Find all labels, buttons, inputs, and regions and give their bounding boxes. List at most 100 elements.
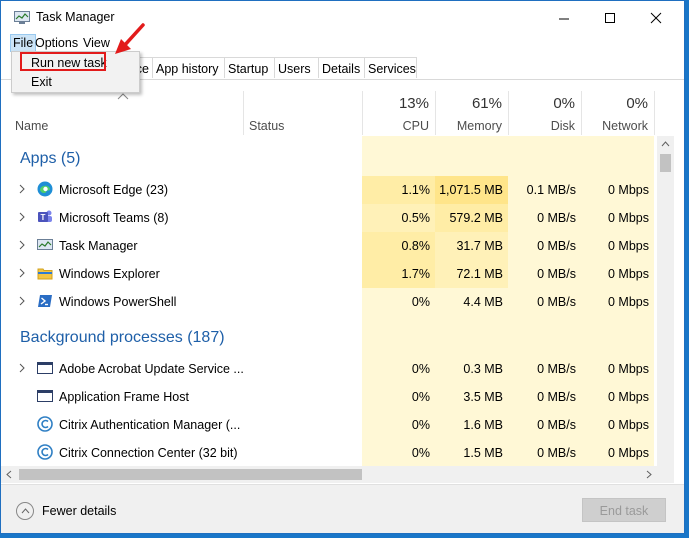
tab-startup[interactable]: Startup (225, 57, 275, 78)
chevron-right-icon[interactable] (19, 296, 25, 306)
chevron-right-icon[interactable] (19, 268, 25, 278)
menu-bar: File Options View (1, 33, 684, 53)
process-name: Windows PowerShell (59, 295, 177, 309)
chevron-right-icon[interactable] (19, 240, 25, 250)
memory-value: 3.5 MB (463, 390, 503, 404)
red-arrow-annotation-icon (115, 23, 145, 54)
menu-options[interactable]: Options (34, 35, 79, 51)
column-header-network[interactable]: Network (582, 119, 648, 133)
citrix-icon (37, 416, 53, 432)
network-value: 0 Mbps (608, 390, 649, 404)
process-name: Microsoft Edge (23) (59, 183, 169, 197)
svg-text:T: T (41, 213, 46, 222)
memory-value: 72.1 MB (456, 267, 503, 281)
powershell-icon (38, 295, 52, 307)
process-name: Citrix Authentication Manager (... (59, 418, 241, 432)
title-bar[interactable]: Task Manager (1, 1, 684, 33)
memory-value: 579.2 MB (449, 211, 503, 225)
cpu-value: 0% (411, 446, 430, 460)
tab-users[interactable]: Users (275, 57, 319, 78)
network-value: 0 Mbps (608, 418, 649, 432)
memory-value: 1,071.5 MB (439, 183, 503, 197)
table-row[interactable]: Microsoft Edge (23) 1.1% 1,071.5 MB 0.1 … (1, 176, 657, 204)
menu-view[interactable]: View (82, 35, 111, 51)
column-header-status[interactable]: Status (249, 119, 284, 133)
cpu-value: 1.1% (401, 183, 431, 197)
vertical-scroll-thumb[interactable] (660, 154, 671, 172)
tab-details[interactable]: Details (319, 57, 365, 78)
column-header-cpu[interactable]: CPU (363, 119, 429, 133)
cpu-value: 0% (411, 390, 430, 404)
tab-app-history[interactable]: App history (153, 57, 225, 78)
table-row[interactable]: Application Frame Host 0% 3.5 MB 0 MB/s … (1, 383, 657, 411)
menu-item-exit[interactable]: Exit (12, 73, 139, 91)
disk-total-percent: 0% (553, 95, 575, 112)
cpu-value: 1.7% (401, 267, 431, 281)
table-row[interactable]: Windows Explorer 1.7% 72.1 MB 0 MB/s 0 M… (1, 260, 657, 288)
task-manager-icon (37, 239, 53, 250)
minimize-icon (559, 18, 569, 20)
chevron-right-icon[interactable] (19, 184, 25, 194)
scroll-right-icon[interactable] (646, 470, 652, 479)
network-total-percent: 0% (626, 95, 648, 112)
disk-value: 0 MB/s (537, 211, 576, 225)
disk-value: 0 MB/s (537, 267, 576, 281)
window-app-icon (37, 390, 53, 402)
scroll-up-icon[interactable] (661, 141, 670, 147)
cpu-value: 0% (411, 418, 430, 432)
table-row[interactable]: Citrix Connection Center (32 bit) 0% 1.5… (1, 439, 657, 466)
table-row[interactable]: Adobe Acrobat Update Service ... 0% 0.3 … (1, 355, 657, 383)
table-row[interactable]: Task Manager 0.8% 31.7 MB 0 MB/s 0 Mbps (1, 232, 657, 260)
table-row[interactable]: Windows PowerShell 0% 4.4 MB 0 MB/s 0 Mb… (1, 288, 657, 316)
fewer-details-label: Fewer details (42, 504, 117, 518)
folder-icon (37, 268, 53, 280)
disk-value: 0 MB/s (537, 362, 576, 376)
memory-value: 4.4 MB (463, 295, 503, 309)
process-table: Apps (5) Microsoft Edge (23) 1.1% 1,071.… (1, 136, 657, 466)
memory-value: 0.3 MB (463, 362, 503, 376)
footer-bar: Fewer details End task (1, 484, 684, 533)
microsoft-teams-icon: T (38, 210, 52, 222)
maximize-icon (605, 13, 615, 23)
scroll-left-icon[interactable] (6, 470, 12, 479)
network-value: 0 Mbps (608, 183, 649, 197)
horizontal-scroll-thumb[interactable] (19, 469, 362, 480)
end-task-button[interactable]: End task (582, 498, 666, 522)
horizontal-scrollbar[interactable] (1, 466, 674, 483)
cpu-value: 0.5% (401, 211, 431, 225)
cpu-value: 0% (411, 362, 430, 376)
column-divider[interactable] (654, 91, 655, 135)
network-value: 0 Mbps (608, 362, 649, 376)
chevron-up-circle-icon (16, 502, 34, 520)
column-divider[interactable] (243, 91, 244, 135)
network-value: 0 Mbps (608, 267, 649, 281)
disk-value: 0.1 MB/s (526, 183, 576, 197)
maximize-button[interactable] (587, 1, 633, 33)
column-header-disk[interactable]: Disk (509, 119, 575, 133)
cpu-total-percent: 13% (398, 95, 429, 112)
table-row[interactable]: Citrix Authentication Manager (... 0% 1.… (1, 411, 657, 439)
chevron-right-icon[interactable] (19, 363, 25, 373)
network-value: 0 Mbps (608, 446, 649, 460)
tab-services[interactable]: Services (365, 57, 417, 78)
task-manager-window: Task Manager File Options View ce App hi… (0, 0, 685, 534)
disk-value: 0 MB/s (537, 295, 576, 309)
cpu-value: 0% (411, 295, 430, 309)
memory-value: 1.6 MB (463, 418, 503, 432)
disk-value: 0 MB/s (537, 239, 576, 253)
microsoft-edge-icon (37, 181, 53, 197)
close-button[interactable] (633, 1, 679, 33)
menu-file[interactable]: File (10, 34, 37, 52)
process-name: Windows Explorer (59, 267, 160, 281)
network-value: 0 Mbps (608, 211, 649, 225)
close-icon (650, 12, 662, 24)
chevron-right-icon[interactable] (19, 212, 25, 222)
minimize-button[interactable] (541, 1, 587, 33)
vertical-scrollbar[interactable] (657, 136, 674, 466)
process-name: Application Frame Host (59, 390, 189, 404)
disk-value: 0 MB/s (537, 390, 576, 404)
memory-value: 31.7 MB (456, 239, 503, 253)
column-header-name[interactable]: Name (15, 119, 48, 133)
column-header-memory[interactable]: Memory (436, 119, 502, 133)
table-row[interactable]: T Microsoft Teams (8) 0.5% 579.2 MB 0 MB… (1, 204, 657, 232)
